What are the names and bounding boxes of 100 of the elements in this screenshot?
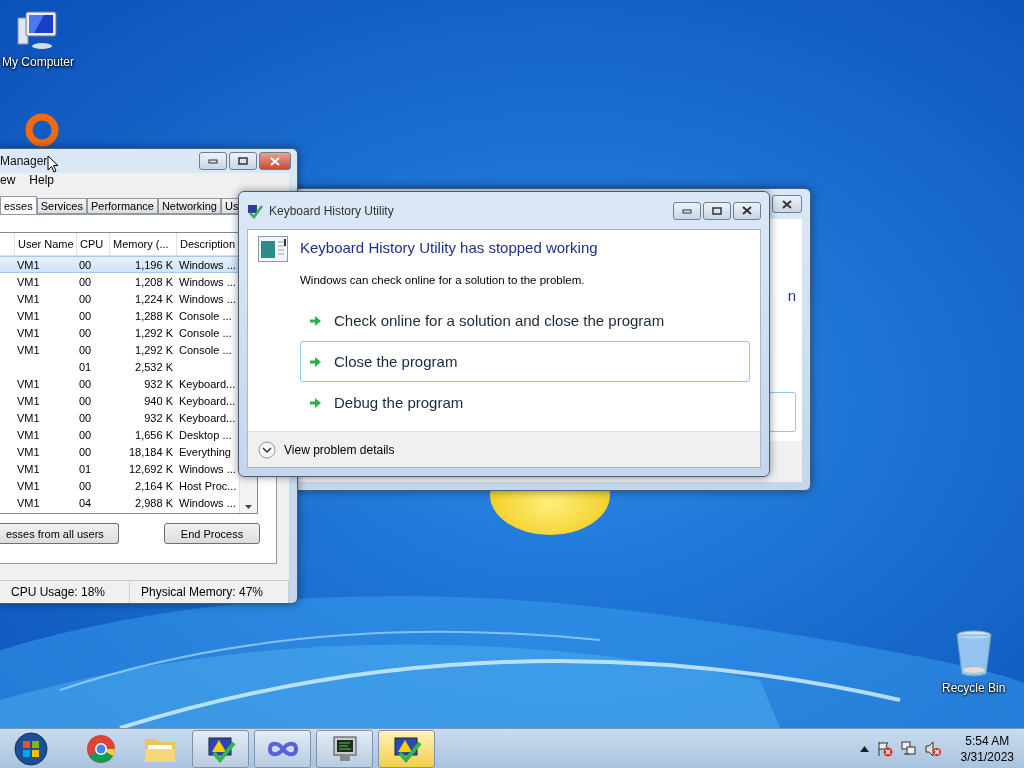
command-link[interactable]: Close the program <box>300 341 750 382</box>
process-row[interactable]: VM1 00 1,292 K Console ... <box>0 341 239 358</box>
minimize-button[interactable] <box>673 201 701 220</box>
close-icon <box>742 206 752 215</box>
status-text: Physical Memory: 47% <box>130 581 289 603</box>
table-cell-text: VM1 <box>16 428 41 441</box>
table-cell-text: 1,292 K <box>134 326 174 339</box>
close-button[interactable] <box>733 201 761 220</box>
process-row[interactable]: VM1 00 1,196 K Windows ... <box>0 256 239 273</box>
show-processes-button[interactable]: esses from all users <box>0 523 119 544</box>
table-cell-text: 00 <box>78 292 93 305</box>
table-cell-text: VM1 <box>16 479 41 492</box>
speaker-muted-icon[interactable] <box>924 740 941 757</box>
taskbar-button[interactable] <box>378 729 435 768</box>
cursor-icon <box>47 155 60 173</box>
window-title: Keyboard History Utility <box>269 203 394 218</box>
tab[interactable]: Performance <box>86 198 158 214</box>
maximize-button[interactable] <box>229 152 257 170</box>
start-icon <box>14 731 48 766</box>
table-cell-text: Keyboard... <box>178 377 237 390</box>
close-icon <box>270 156 280 166</box>
tab[interactable]: Services <box>36 198 87 214</box>
column-header[interactable]: CPU <box>76 233 109 255</box>
table-cell-text: 00 <box>78 394 93 407</box>
table-cell-text: Console ... <box>178 326 233 339</box>
column-header[interactable]: Memory (... <box>109 233 176 255</box>
table-cell-text: 00 <box>78 343 93 356</box>
show-hidden-icons-icon[interactable] <box>859 745 869 752</box>
browser-icon <box>86 733 116 764</box>
process-row[interactable]: VM1 00 932 K Keyboard... <box>0 375 239 392</box>
table-cell-text: Windows ... <box>178 258 237 271</box>
table-cell-text: 00 <box>78 258 93 271</box>
table-cell-text: 2,532 K <box>134 360 174 373</box>
table-cell-text: Windows ... <box>178 292 237 305</box>
table-cell-text: VM1 <box>16 394 41 407</box>
table-cell-text: Console ... <box>178 343 233 356</box>
expand-icon[interactable] <box>258 440 276 459</box>
flag-icon[interactable] <box>876 740 893 757</box>
program-window-icon <box>258 236 288 262</box>
maximize-button[interactable] <box>703 201 731 220</box>
desktop-icon-label[interactable]: My Computer <box>2 55 75 69</box>
computer-icon[interactable] <box>16 10 60 52</box>
recycle-bin-icon[interactable] <box>953 630 994 678</box>
table-cell-text: VM1 <box>16 445 41 458</box>
process-row[interactable]: VM1 00 1,656 K Desktop ... <box>0 426 239 443</box>
process-row[interactable]: VM1 00 1,288 K Console ... <box>0 307 239 324</box>
table-cell-text: 2,988 K <box>134 496 174 509</box>
status-text: CPU Usage: 18% <box>0 581 130 603</box>
tab[interactable]: esses <box>0 196 37 214</box>
table-cell-text: Keyboard... <box>178 411 237 424</box>
process-row[interactable]: VM1 00 1,208 K Windows ... <box>0 273 239 290</box>
table-cell-text: Windows ... <box>178 275 237 288</box>
table-cell-text: 01 <box>78 462 93 475</box>
table-cell-text: VM1 <box>16 411 41 424</box>
menu-item[interactable]: Help <box>29 173 55 187</box>
network-icon[interactable] <box>900 740 917 757</box>
minimize-button[interactable] <box>199 152 227 170</box>
table-cell-text: 12,692 K <box>127 462 174 475</box>
process-row[interactable]: VM1 04 2,988 K Windows ... <box>0 494 239 511</box>
ring-icon[interactable] <box>24 112 60 148</box>
table-cell-text: 04 <box>78 496 93 509</box>
minimize-icon <box>682 207 692 214</box>
close-icon <box>782 199 792 209</box>
table-cell-text: 1,292 K <box>134 343 174 356</box>
close-button[interactable] <box>772 195 802 213</box>
arrow-icon <box>309 396 322 409</box>
clock[interactable]: 5:54 AM 3/31/2023 <box>960 732 1014 765</box>
maximize-icon <box>712 206 722 215</box>
taskbar-button[interactable] <box>316 729 373 768</box>
end-process-button[interactable]: End Process <box>164 523 260 544</box>
column-header[interactable]: User Name <box>14 233 76 255</box>
menu-item[interactable]: ew <box>0 173 16 187</box>
table-cell-text: Console ... <box>178 309 233 322</box>
process-row[interactable]: VM1 00 940 K Keyboard... <box>0 392 239 409</box>
process-row[interactable]: VM1 00 1,292 K Console ... <box>0 324 239 341</box>
table-cell-text: VM1 <box>16 496 41 509</box>
minimize-icon <box>208 158 218 164</box>
table-cell-text: 932 K <box>143 377 174 390</box>
table-cell-text: 1,224 K <box>134 292 174 305</box>
process-row[interactable]: 01 2,532 K <box>0 358 239 375</box>
window-title: Manager <box>0 154 48 168</box>
tab[interactable]: Networking <box>157 198 221 214</box>
desktop-icon-label[interactable]: Recycle Bin <box>942 681 1006 695</box>
table-cell-text: Desktop ... <box>178 428 233 441</box>
error-heading: Keyboard History Utility has stopped working <box>300 239 598 256</box>
table-cell-text: VM1 <box>16 462 41 475</box>
table-cell-text: VM1 <box>16 343 41 356</box>
process-row[interactable]: VM1 01 12,692 K Windows ... <box>0 460 239 477</box>
error-message: Windows can check online for a solution to the problem. <box>300 274 586 286</box>
scroll-down-icon[interactable] <box>245 505 252 509</box>
process-row[interactable]: VM1 00 1,224 K Windows ... <box>0 290 239 307</box>
details-link[interactable]: View problem details <box>284 442 395 457</box>
process-row[interactable]: VM1 00 932 K Keyboard... <box>0 409 239 426</box>
table-cell-text: 00 <box>78 428 93 441</box>
table-cell-text: VM1 <box>16 275 41 288</box>
taskbar-button[interactable] <box>192 729 249 768</box>
process-row[interactable]: VM1 00 2,164 K Host Proc... <box>0 477 239 494</box>
table-cell-text: 1,208 K <box>134 275 174 288</box>
process-row[interactable]: VM1 00 18,184 K Everything <box>0 443 239 460</box>
table-cell-text: 00 <box>78 479 93 492</box>
